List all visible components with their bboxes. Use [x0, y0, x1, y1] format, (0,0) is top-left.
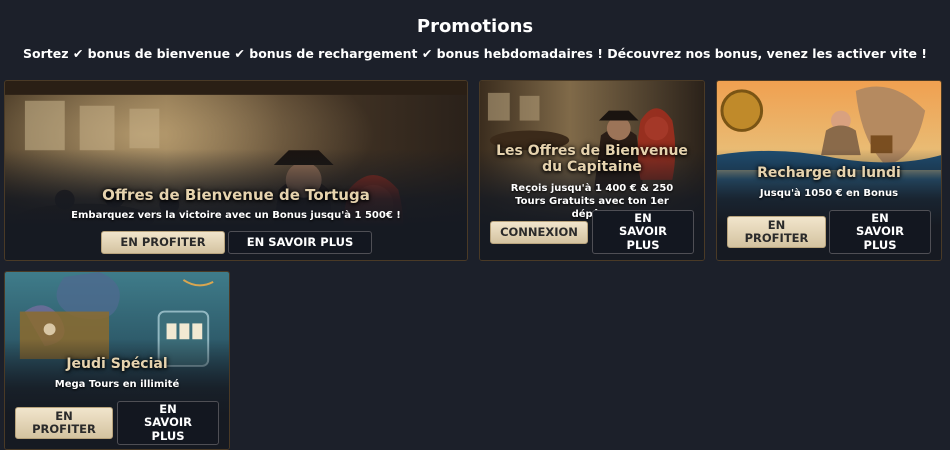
promo-description: Mega Tours en illimité [54, 379, 180, 390]
page-subtitle: Sortez ✔ bonus de bienvenue ✔ bonus de r… [23, 46, 927, 61]
connexion-button[interactable]: CONNEXION [490, 221, 588, 244]
promo-description: Jusqu'à 1050 € en Bonus [759, 188, 899, 199]
promo-card-capitaine: Les Offres de Bienvenue du Capitaine Reç… [479, 80, 705, 261]
promo-title: Offres de Bienvenue de Tortuga [102, 186, 370, 204]
promo-card-jeudi-special: Jeudi Spécial Mega Tours en illimité EN … [4, 271, 230, 450]
promo-card-tortuga: Offres de Bienvenue de Tortuga Embarquez… [4, 80, 468, 261]
promo-title: Recharge du lundi [757, 165, 901, 181]
en-profiter-button[interactable]: EN PROFITER [101, 231, 225, 254]
en-savoir-plus-button[interactable]: EN SAVOIR PLUS [592, 210, 694, 254]
en-profiter-button[interactable]: EN PROFITER [15, 407, 113, 439]
promo-description: Embarquez vers la victoire avec un Bonus… [71, 210, 401, 221]
en-savoir-plus-button[interactable]: EN SAVOIR PLUS [829, 210, 931, 254]
promo-title: Jeudi Spécial [66, 356, 168, 372]
en-savoir-plus-button[interactable]: EN SAVOIR PLUS [228, 231, 372, 254]
promo-card-recharge-lundi: Recharge du lundi Jusqu'à 1050 € en Bonu… [716, 80, 942, 261]
en-profiter-button[interactable]: EN PROFITER [727, 216, 826, 248]
promo-title: Les Offres de Bienvenue du Capitaine [496, 143, 688, 176]
en-savoir-plus-button[interactable]: EN SAVOIR PLUS [117, 401, 219, 445]
page-title: Promotions [416, 16, 534, 37]
